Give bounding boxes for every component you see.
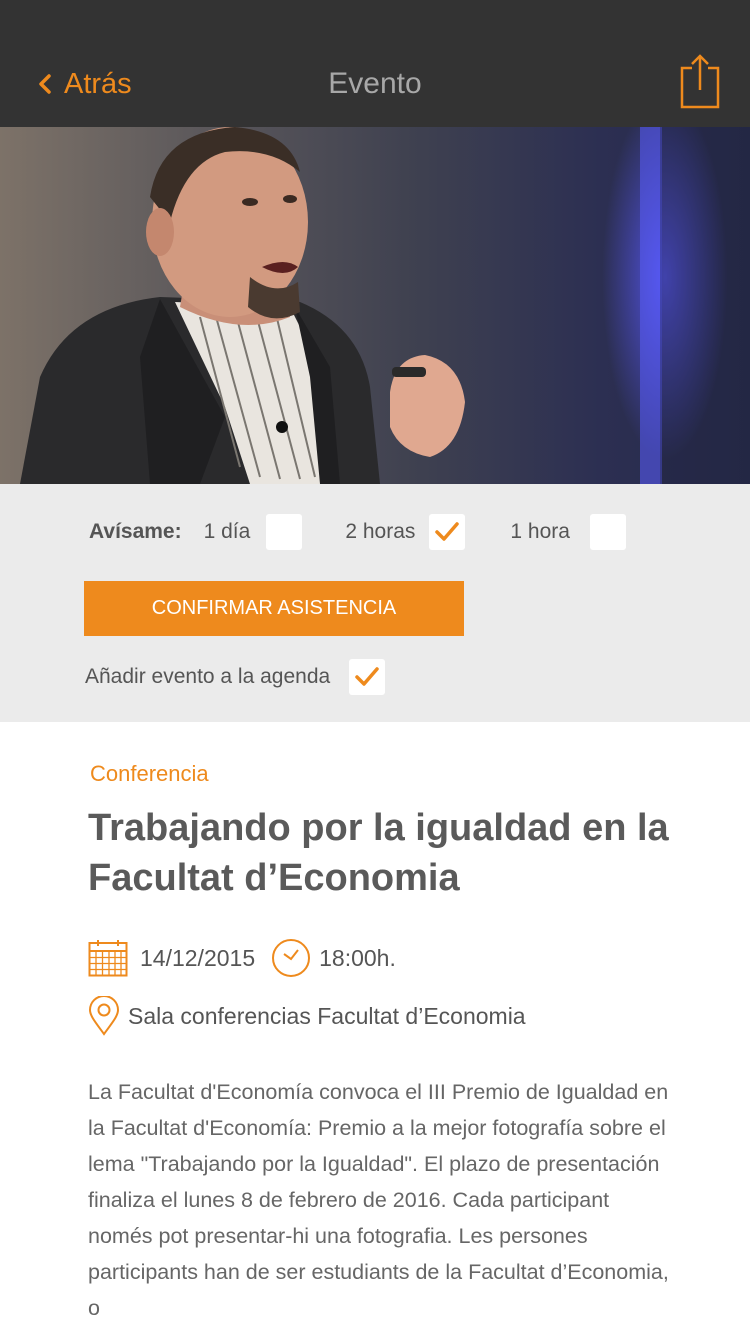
reminder-2-hours-checkbox[interactable] <box>429 514 466 550</box>
event-category: Conferencia <box>90 761 209 786</box>
event-date: 14/12/2015 <box>140 944 256 971</box>
reminder-1-hour-checkbox[interactable] <box>589 514 626 550</box>
location-pin-icon <box>88 996 120 1036</box>
event-title: Trabajando por la igualdad en la Faculta… <box>88 807 669 899</box>
page-title: Evento <box>328 67 422 100</box>
top-bar: Atrás Evento <box>0 0 750 127</box>
reminder-label: Avísame: <box>89 520 182 543</box>
speaker-illustration <box>20 127 750 484</box>
reminder-option-1-day-label: 1 día <box>203 520 251 543</box>
reminder-row: Avísame: 1 día 2 horas 1 hora <box>89 513 626 551</box>
reminder-1-day-checkbox[interactable] <box>266 514 303 550</box>
reminder-option-2-hours-label: 2 horas <box>345 520 416 543</box>
add-to-agenda-label: Añadir evento a la agenda <box>85 665 331 688</box>
confirm-attendance-button[interactable]: CONFIRMAR ASISTENCIA <box>84 581 464 636</box>
event-location: Sala conferencias Facultat d’Economia <box>128 1002 526 1029</box>
date-time-row: 14/12/2015 18:00h. <box>88 938 396 978</box>
share-icon[interactable] <box>678 52 722 110</box>
add-to-agenda-checkbox[interactable] <box>349 659 386 695</box>
clock-icon <box>272 939 311 977</box>
checkmark-icon <box>435 522 460 541</box>
calendar-icon <box>88 940 128 977</box>
event-time: 18:00h. <box>319 944 396 971</box>
event-description: La Facultat d'Economía convoca el III Pr… <box>88 1080 669 1320</box>
add-to-agenda-row: Añadir evento a la agenda <box>85 659 386 695</box>
checkmark-icon <box>355 667 379 686</box>
reminder-option-1-hour-label: 1 hora <box>510 520 570 543</box>
location-row: Sala conferencias Facultat d’Economia <box>88 996 526 1036</box>
event-photo <box>0 127 750 484</box>
